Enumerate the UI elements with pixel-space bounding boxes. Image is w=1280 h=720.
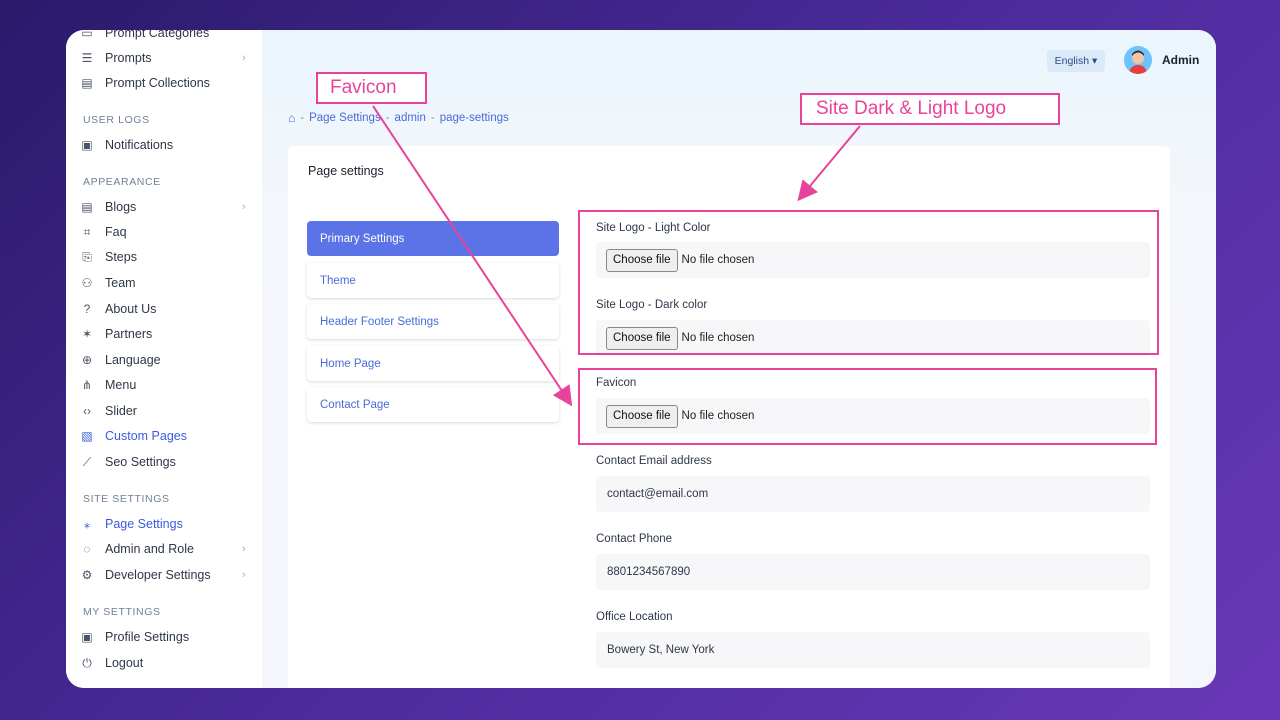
- steps-icon: ⎘: [82, 249, 92, 264]
- main-content: English ▾ Admin ⌂ - Page Settings - admi…: [262, 30, 1216, 688]
- sidebar-item-profile-settings[interactable]: ▣ Profile Settings: [66, 626, 262, 648]
- office-location-field[interactable]: [596, 632, 1150, 668]
- chart-icon: ⟋: [82, 454, 92, 469]
- magic-wand-icon: ⁎: [84, 517, 90, 531]
- favicon-label: Favicon: [596, 377, 637, 389]
- tab-theme[interactable]: Theme: [307, 263, 559, 298]
- sidebar-item-prompts[interactable]: ☰ Prompts ›: [66, 47, 262, 69]
- sidebar-item-blogs[interactable]: ▤ Blogs ›: [66, 196, 262, 218]
- sidebar-item-prompt-collections[interactable]: ▤ Prompt Collections: [66, 72, 262, 94]
- sidebar-item-partners[interactable]: ✶ Partners: [66, 323, 262, 345]
- breadcrumb-admin[interactable]: admin: [395, 112, 426, 124]
- logo-dark-label: Site Logo - Dark color: [596, 299, 708, 311]
- sidebar-item-menu[interactable]: ⋔ Menu: [66, 374, 262, 396]
- sidebar-item-about-us[interactable]: ? About Us: [66, 298, 262, 320]
- logo-annotation-label: Site Dark & Light Logo: [800, 93, 1060, 125]
- sidebar-item-prompt-categories[interactable]: ▭ Prompt Categories: [66, 30, 262, 44]
- sidebar-item-developer-settings[interactable]: ⚙ Developer Settings ›: [66, 564, 262, 586]
- breadcrumb: ⌂ - Page Settings - admin - page-setting…: [288, 111, 509, 125]
- file-status: No file chosen: [681, 332, 755, 344]
- partners-icon: ✶: [81, 327, 93, 341]
- team-icon: ⚇: [81, 276, 93, 290]
- shield-icon: ◌: [83, 542, 91, 556]
- notification-icon: ▣: [81, 138, 93, 152]
- language-dropdown[interactable]: English ▾: [1047, 50, 1105, 72]
- tab-primary-settings[interactable]: Primary Settings: [307, 221, 559, 256]
- file-status: No file chosen: [681, 410, 755, 422]
- logo-light-label: Site Logo - Light Color: [596, 222, 711, 234]
- section-user-logs: USER LOGS: [83, 114, 150, 126]
- faq-icon: ⌗: [83, 224, 91, 239]
- chevron-right-icon: ›: [242, 569, 246, 581]
- gear-icon: ⚙: [81, 568, 93, 582]
- section-site-settings: SITE SETTINGS: [83, 493, 170, 505]
- custom-pages-icon: ▧: [81, 429, 93, 443]
- section-my-settings: MY SETTINGS: [83, 606, 161, 618]
- sidebar: ▭ Prompt Categories ☰ Prompts › ▤ Prompt…: [66, 30, 262, 688]
- chevron-right-icon: ›: [242, 543, 246, 555]
- power-icon: ⏻: [82, 655, 92, 670]
- profile-icon: ▣: [81, 630, 93, 644]
- code-icon: ‹›: [83, 404, 91, 418]
- question-circle-icon: ?: [83, 302, 91, 316]
- tab-home-page[interactable]: Home Page: [307, 346, 559, 381]
- user-name[interactable]: Admin: [1162, 53, 1199, 67]
- breadcrumb-current: page-settings: [439, 112, 509, 124]
- tab-header-footer-settings[interactable]: Header Footer Settings: [307, 304, 559, 339]
- file-status: No file chosen: [681, 254, 755, 266]
- globe-icon: ⊕: [81, 353, 93, 367]
- collection-icon: ▤: [81, 76, 93, 90]
- avatar[interactable]: [1124, 46, 1152, 74]
- office-label: Office Location: [596, 611, 673, 623]
- sidebar-item-steps[interactable]: ⎘ Steps: [66, 246, 262, 268]
- sidebar-item-faq[interactable]: ⌗ Faq: [66, 221, 262, 243]
- menu-icon: ⋔: [81, 378, 93, 392]
- app-window: ▭ Prompt Categories ☰ Prompts › ▤ Prompt…: [66, 30, 1216, 688]
- logo-dark-file-input: Choose file No file chosen: [596, 320, 1150, 356]
- sidebar-item-team[interactable]: ⚇ Team: [66, 272, 262, 294]
- card-title: Page settings: [308, 164, 384, 178]
- breadcrumb-page-settings[interactable]: Page Settings: [309, 112, 381, 124]
- breadcrumb-separator: -: [300, 112, 305, 124]
- choose-file-button[interactable]: Choose file: [606, 248, 678, 272]
- home-icon[interactable]: ⌂: [288, 111, 295, 125]
- sidebar-item-seo-settings[interactable]: ⟋ Seo Settings: [66, 451, 262, 473]
- phone-label: Contact Phone: [596, 533, 673, 545]
- choose-file-button[interactable]: Choose file: [606, 326, 678, 350]
- page-settings-card: Page settings Primary Settings Theme Hea…: [288, 146, 1170, 688]
- sidebar-item-page-settings[interactable]: ⁎ Page Settings: [66, 513, 262, 535]
- sidebar-item-language[interactable]: ⊕ Language: [66, 349, 262, 371]
- logo-light-file-input: Choose file No file chosen: [596, 242, 1150, 278]
- section-appearance: APPEARANCE: [83, 176, 161, 188]
- sidebar-item-custom-pages[interactable]: ▧ Custom Pages: [66, 425, 262, 447]
- folder-icon: ▭: [81, 30, 93, 40]
- sidebar-item-logout[interactable]: ⏻ Logout: [66, 652, 262, 674]
- phone-field[interactable]: [596, 554, 1150, 590]
- sidebar-item-notifications[interactable]: ▣ Notifications: [66, 134, 262, 156]
- avatar-icon: [1124, 46, 1152, 74]
- blog-icon: ▤: [81, 200, 93, 214]
- choose-file-button[interactable]: Choose file: [606, 404, 678, 428]
- favicon-annotation-label: Favicon: [316, 72, 427, 104]
- email-field[interactable]: [596, 476, 1150, 512]
- sidebar-item-admin-and-role[interactable]: ◌ Admin and Role ›: [66, 538, 262, 560]
- breadcrumb-separator: -: [430, 112, 435, 124]
- email-label: Contact Email address: [596, 455, 712, 467]
- breadcrumb-separator: -: [385, 112, 390, 124]
- list-icon: ☰: [81, 51, 93, 65]
- favicon-file-input: Choose file No file chosen: [596, 398, 1150, 434]
- sidebar-item-slider[interactable]: ‹› Slider: [66, 400, 262, 422]
- chevron-right-icon: ›: [242, 201, 246, 213]
- chevron-right-icon: ›: [242, 52, 246, 64]
- tab-contact-page[interactable]: Contact Page: [307, 387, 559, 422]
